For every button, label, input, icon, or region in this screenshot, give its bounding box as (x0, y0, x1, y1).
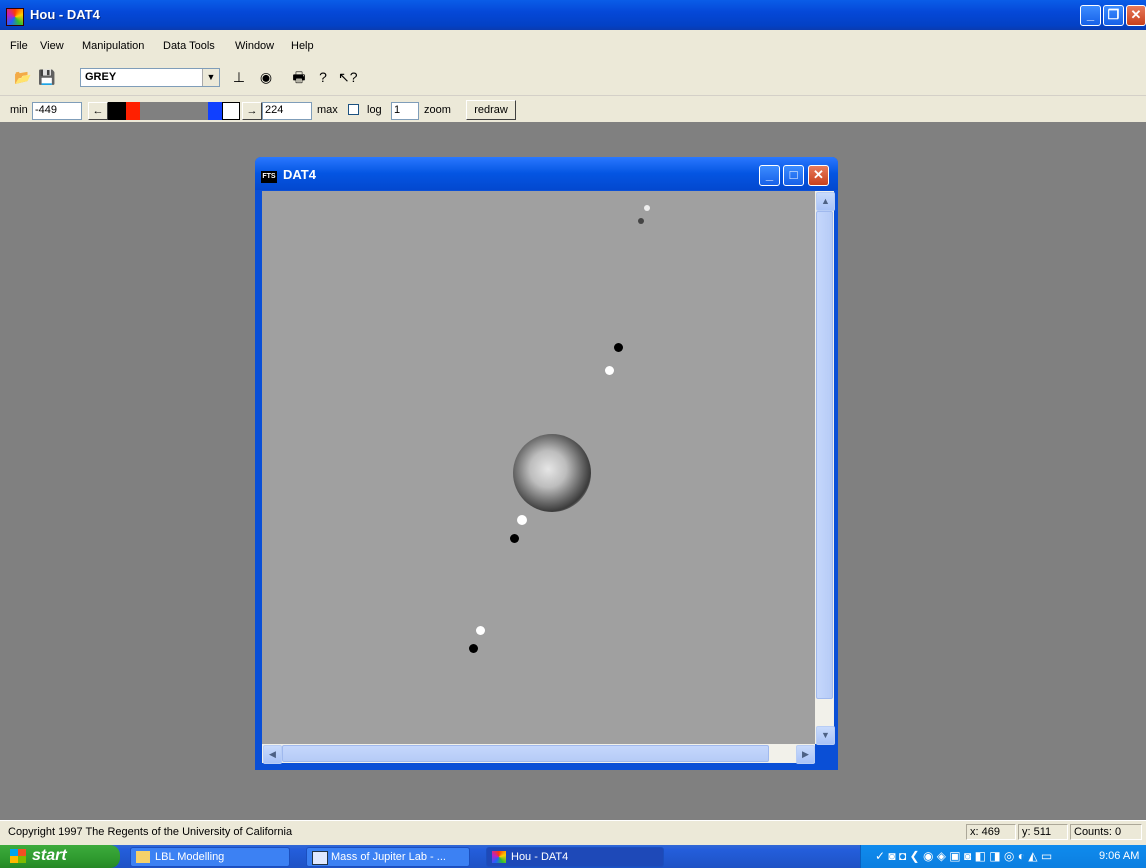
scroll-up-button[interactable]: ▲ (816, 192, 835, 211)
moon-spot (614, 343, 623, 352)
scroll-down-button[interactable]: ▼ (816, 726, 835, 745)
colormap-select[interactable]: GREY ▼ (80, 68, 220, 87)
app-title: Hou - DAT4 (30, 7, 100, 22)
app-icon[interactable] (6, 8, 24, 26)
scroll-left-button[interactable]: ◀ (263, 745, 282, 764)
image-window-title: DAT4 (283, 167, 316, 182)
app-title-bar[interactable]: Hou - DAT4 _ ❐ ✕ (0, 0, 1146, 30)
task-label: Hou - DAT4 (511, 851, 569, 863)
start-button[interactable]: start (0, 845, 120, 868)
system-tray: ✓ ◙ ◘ ❮ ◉ ◈ ▣ ◙ ◧ ◨ ◎ ◐ ◭ ▭ 9:06 AM (860, 845, 1146, 868)
menu-file[interactable]: File (10, 40, 28, 52)
moon-spot (644, 205, 650, 211)
menu-help[interactable]: Help (291, 40, 314, 52)
menu-data-tools[interactable]: Data Tools (163, 40, 215, 52)
menu-bar: File View Manipulation Data Tools Window… (0, 30, 1146, 58)
color-range-bar[interactable] (140, 102, 208, 120)
arrow-left-button[interactable]: ← (88, 102, 108, 120)
color-swatch-blue (208, 102, 222, 120)
image-window-title-bar[interactable]: FTS DAT4 _ □ ✕ (255, 157, 838, 190)
tray-icons[interactable]: ✓ ◙ ◘ ❮ ◉ ◈ ▣ ◙ ◧ ◨ ◎ ◐ ◭ ▭ (875, 849, 1052, 863)
context-help-icon[interactable]: ↖? (338, 68, 358, 86)
copyright-text: Copyright 1997 The Regents of the Univer… (8, 826, 293, 838)
image-canvas[interactable] (262, 191, 815, 744)
y-coordinate: y: 511 (1018, 824, 1068, 840)
max-field[interactable]: 224 (262, 102, 312, 120)
moon-spot (605, 366, 614, 375)
colormap-value: GREY (85, 71, 117, 83)
log-checkbox[interactable] (348, 104, 359, 115)
x-coordinate: x: 469 (966, 824, 1016, 840)
folder-icon (136, 851, 150, 863)
menu-window[interactable]: Window (235, 40, 274, 52)
child-maximize-button[interactable]: □ (783, 165, 804, 186)
zoom-label: zoom (424, 104, 451, 116)
start-label: start (32, 847, 67, 864)
cursor-icon[interactable]: ⊥ (230, 68, 248, 86)
task-hou-dat4[interactable]: Hou - DAT4 (486, 847, 664, 867)
taskbar: start LBL Modelling Mass of Jupiter Lab … (0, 845, 1146, 868)
arrow-right-button[interactable]: → (242, 102, 262, 120)
moon-spot (469, 644, 478, 653)
restore-button[interactable]: ❐ (1103, 5, 1124, 26)
task-label: LBL Modelling (155, 851, 225, 863)
status-bar: Copyright 1997 The Regents of the Univer… (0, 820, 1146, 845)
counts-readout: Counts: 0 (1070, 824, 1142, 840)
task-label: Mass of Jupiter Lab - ... (331, 851, 446, 863)
color-swatch-white (222, 102, 240, 120)
horizontal-scroll-thumb[interactable] (282, 745, 769, 762)
save-icon[interactable]: 💾 (38, 68, 56, 86)
windows-logo-icon (10, 849, 26, 863)
word-document-icon (312, 851, 328, 865)
jupiter-image (513, 434, 591, 512)
moon-spot (510, 534, 519, 543)
child-close-button[interactable]: ✕ (808, 165, 829, 186)
fits-icon: FTS (261, 171, 277, 183)
moon-spot (638, 218, 644, 224)
vertical-scroll-thumb[interactable] (816, 211, 833, 699)
minimize-button[interactable]: _ (1080, 5, 1101, 26)
app-icon (492, 851, 506, 863)
redraw-button[interactable]: redraw (466, 100, 516, 120)
task-mass-of-jupiter[interactable]: Mass of Jupiter Lab - ... (306, 847, 470, 867)
color-swatch-red (126, 102, 140, 120)
color-swatch-black (108, 102, 126, 120)
menu-view[interactable]: View (40, 40, 64, 52)
close-button[interactable]: ✕ (1126, 5, 1146, 26)
moon-spot (517, 515, 527, 525)
help-icon[interactable]: ? (314, 68, 332, 86)
min-label: min (10, 104, 28, 116)
moon-spot (476, 626, 485, 635)
print-icon[interactable]: 🖶 (290, 68, 308, 86)
task-lbl-modelling[interactable]: LBL Modelling (130, 847, 290, 867)
menu-manipulation[interactable]: Manipulation (82, 40, 144, 52)
clock: 9:06 AM (1099, 850, 1140, 862)
child-minimize-button[interactable]: _ (759, 165, 780, 186)
open-icon[interactable]: 📂 (14, 68, 32, 86)
target-icon[interactable]: ◉ (257, 68, 275, 86)
scroll-right-button[interactable]: ▶ (796, 745, 815, 764)
zoom-field[interactable]: 1 (391, 102, 419, 120)
max-label: max (317, 104, 338, 116)
min-field[interactable]: -449 (32, 102, 82, 120)
log-label: log (367, 104, 382, 116)
chevron-down-icon[interactable]: ▼ (202, 69, 219, 86)
